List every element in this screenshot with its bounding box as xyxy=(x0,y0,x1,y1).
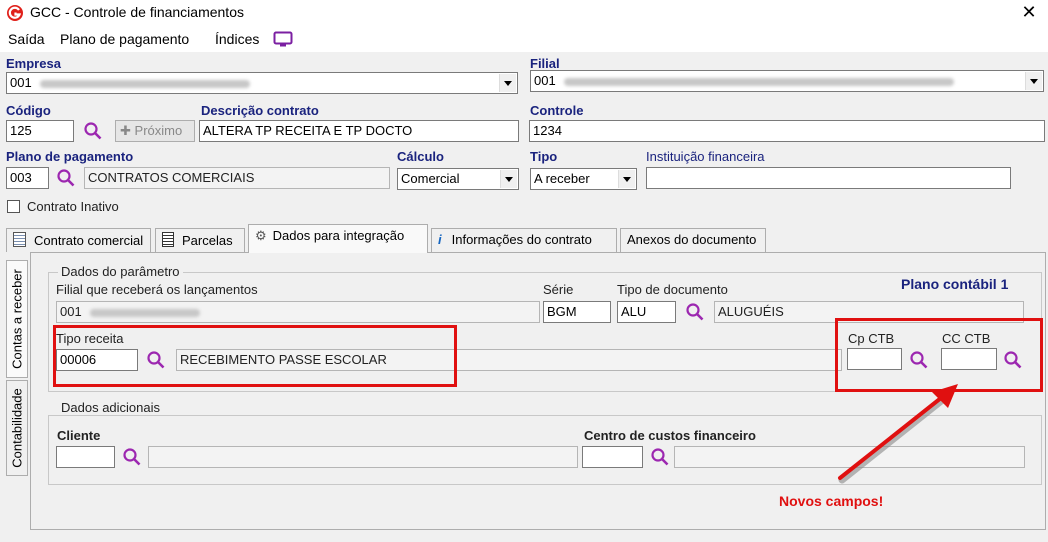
calculo-value: Comercial xyxy=(401,171,460,186)
side-tab-contas-receber[interactable]: Contas a receber xyxy=(6,260,28,378)
tipo-receita-highlight xyxy=(53,325,457,387)
gears-icon: ⚙ xyxy=(255,228,267,243)
tipo-value: A receber xyxy=(534,171,590,186)
side-tab-contabilidade[interactable]: Contabilidade xyxy=(6,380,28,476)
tab-dados-integracao[interactable]: ⚙ Dados para integração xyxy=(248,224,428,253)
centro-custos-code-input[interactable] xyxy=(582,446,643,468)
proximo-button[interactable]: ✚ Próximo xyxy=(115,120,195,142)
calculo-label: Cálculo xyxy=(397,149,444,164)
plano-code-input[interactable]: 003 xyxy=(6,167,49,189)
calculator-icon xyxy=(13,232,26,247)
chevron-down-icon[interactable] xyxy=(618,170,635,188)
app-logo-icon xyxy=(7,5,23,21)
tipo-documento-code-input[interactable]: ALU xyxy=(617,301,676,323)
instituicao-input[interactable] xyxy=(646,167,1011,189)
tipo-select[interactable]: A receber xyxy=(530,168,637,190)
filial-lancamentos-value: 001 xyxy=(60,304,82,319)
plano-contabil-label: Plano contábil 1 xyxy=(901,276,1009,292)
menu-item-saida[interactable]: Saída xyxy=(8,31,45,47)
close-button[interactable]: ✕ xyxy=(1018,1,1040,23)
controle-label: Controle xyxy=(530,103,584,118)
search-icon[interactable] xyxy=(650,447,670,467)
annotation-arrow-icon xyxy=(838,384,958,484)
tab-label: Parcelas xyxy=(182,233,233,248)
tab-label: Anexos do documento xyxy=(627,232,757,247)
empresa-label: Empresa xyxy=(6,56,61,71)
chevron-down-icon[interactable] xyxy=(1025,72,1042,90)
cliente-code-input[interactable] xyxy=(56,446,115,468)
tab-label: Dados para integração xyxy=(272,228,405,243)
window-title: GCC - Controle de financiamentos xyxy=(30,4,244,20)
tipo-documento-label: Tipo de documento xyxy=(617,282,728,297)
serie-input[interactable]: BGM xyxy=(543,301,611,323)
side-tab-label: Contas a receber xyxy=(9,269,25,369)
side-tab-label: Contabilidade xyxy=(9,388,25,468)
chevron-down-icon[interactable] xyxy=(500,170,517,188)
serie-label: Série xyxy=(543,282,574,297)
empresa-value: 001 xyxy=(10,75,32,90)
calculo-select[interactable]: Comercial xyxy=(397,168,519,190)
filial-lancamentos-label: Filial que receberá os lançamentos xyxy=(56,282,258,297)
tab-label: Contrato comercial xyxy=(34,233,144,248)
plano-label: Plano de pagamento xyxy=(6,149,134,164)
blurred-text xyxy=(563,77,954,86)
controle-input[interactable]: 1234 xyxy=(529,120,1045,142)
tab-contrato-comercial[interactable]: Contrato comercial xyxy=(6,228,151,252)
contrato-inativo-checkbox[interactable] xyxy=(7,200,20,213)
contrato-inativo-label: Contrato Inativo xyxy=(27,199,119,214)
menu-item-plano-pagamento[interactable]: Plano de pagamento xyxy=(60,31,189,47)
filial-lancamentos-field: 001 xyxy=(56,301,540,323)
annotation-text: Novos campos! xyxy=(779,493,884,509)
document-icon xyxy=(162,232,174,247)
instituicao-label: Instituição financeira xyxy=(646,149,765,164)
search-icon[interactable] xyxy=(83,121,103,141)
params-group-title: Dados do parâmetro xyxy=(58,264,183,279)
monitor-icon[interactable] xyxy=(273,31,293,48)
cliente-name-field xyxy=(148,446,578,468)
filial-label: Filial xyxy=(530,56,560,71)
descricao-input[interactable]: ALTERA TP RECEITA E TP DOCTO xyxy=(199,120,519,142)
tab-informacoes-contrato[interactable]: i Informações do contrato xyxy=(431,228,617,252)
codigo-input[interactable]: 125 xyxy=(6,120,74,142)
menu-item-indices[interactable]: Índices xyxy=(215,31,259,47)
tab-parcelas[interactable]: Parcelas xyxy=(155,228,245,252)
info-icon: i xyxy=(438,232,442,247)
tab-anexos-documento[interactable]: Anexos do documento xyxy=(620,228,766,252)
proximo-label: Próximo xyxy=(134,123,183,138)
search-icon[interactable] xyxy=(685,302,705,322)
tipo-label: Tipo xyxy=(530,149,558,164)
cliente-label: Cliente xyxy=(57,428,101,443)
chevron-down-icon[interactable] xyxy=(499,74,516,92)
descricao-label: Descrição contrato xyxy=(201,103,319,118)
centro-custos-label: Centro de custos financeiro xyxy=(584,428,756,443)
search-icon[interactable] xyxy=(122,447,142,467)
blurred-text xyxy=(89,308,200,317)
codigo-label: Código xyxy=(6,103,51,118)
filial-value: 001 xyxy=(534,73,556,88)
filial-select[interactable]: 001 xyxy=(530,70,1044,92)
empresa-select[interactable]: 001 xyxy=(6,72,518,94)
blurred-text xyxy=(39,79,250,88)
search-icon[interactable] xyxy=(56,168,76,188)
plus-icon: ✚ xyxy=(120,123,131,138)
tab-label: Informações do contrato xyxy=(451,232,592,247)
adicionais-group-title: Dados adicionais xyxy=(58,400,164,415)
plano-name-field: CONTRATOS COMERCIAIS xyxy=(84,167,390,189)
